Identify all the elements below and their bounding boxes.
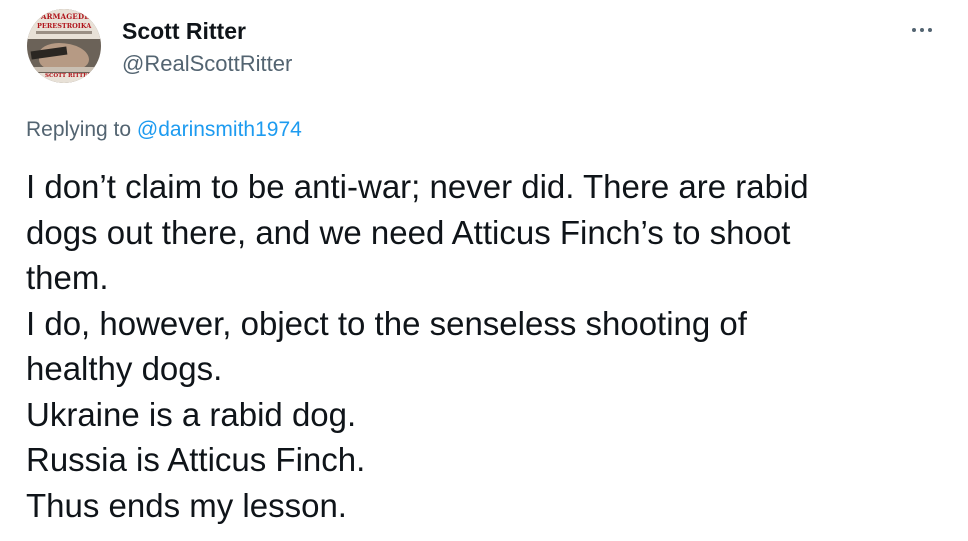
tweet-line: I do, however, object to the senseless s… (26, 304, 747, 342)
avatar-text-top: ARMAGEDDON (41, 12, 101, 21)
tweet-card: ARMAGEDDON PERESTROIKA SCOTT RITTER Scot… (0, 0, 968, 541)
tweet-text: I don’t claim to be anti-war; never did.… (26, 164, 946, 528)
tweet-line: I don’t claim to be anti-war; never did.… (26, 168, 809, 205)
avatar-text-middle: PERESTROIKA (37, 22, 92, 30)
avatar[interactable]: ARMAGEDDON PERESTROIKA SCOTT RITTER (27, 9, 101, 83)
tweet-line: them. (26, 259, 109, 296)
user-handle[interactable]: @RealScottRitter (122, 51, 292, 77)
tweet-line: dogs out there, and we need Atticus Finc… (26, 213, 791, 251)
tweet-line: Ukraine is a rabid dog. (26, 395, 357, 433)
replying-to: Replying to @darinsmith1974 (26, 118, 302, 142)
more-horizontal-icon (912, 28, 916, 32)
replying-to-label: Replying to (26, 118, 137, 141)
more-options-button[interactable] (904, 20, 940, 40)
avatar-text-bottom: SCOTT RITTER (45, 73, 92, 79)
display-name[interactable]: Scott Ritter (122, 18, 246, 45)
tweet-line: healthy dogs. (26, 350, 223, 387)
tweet-line: Russia is Atticus Finch. (26, 441, 366, 478)
mention-link[interactable]: @darinsmith1974 (137, 118, 302, 141)
tweet-line: Thus ends my lesson. (26, 486, 347, 524)
